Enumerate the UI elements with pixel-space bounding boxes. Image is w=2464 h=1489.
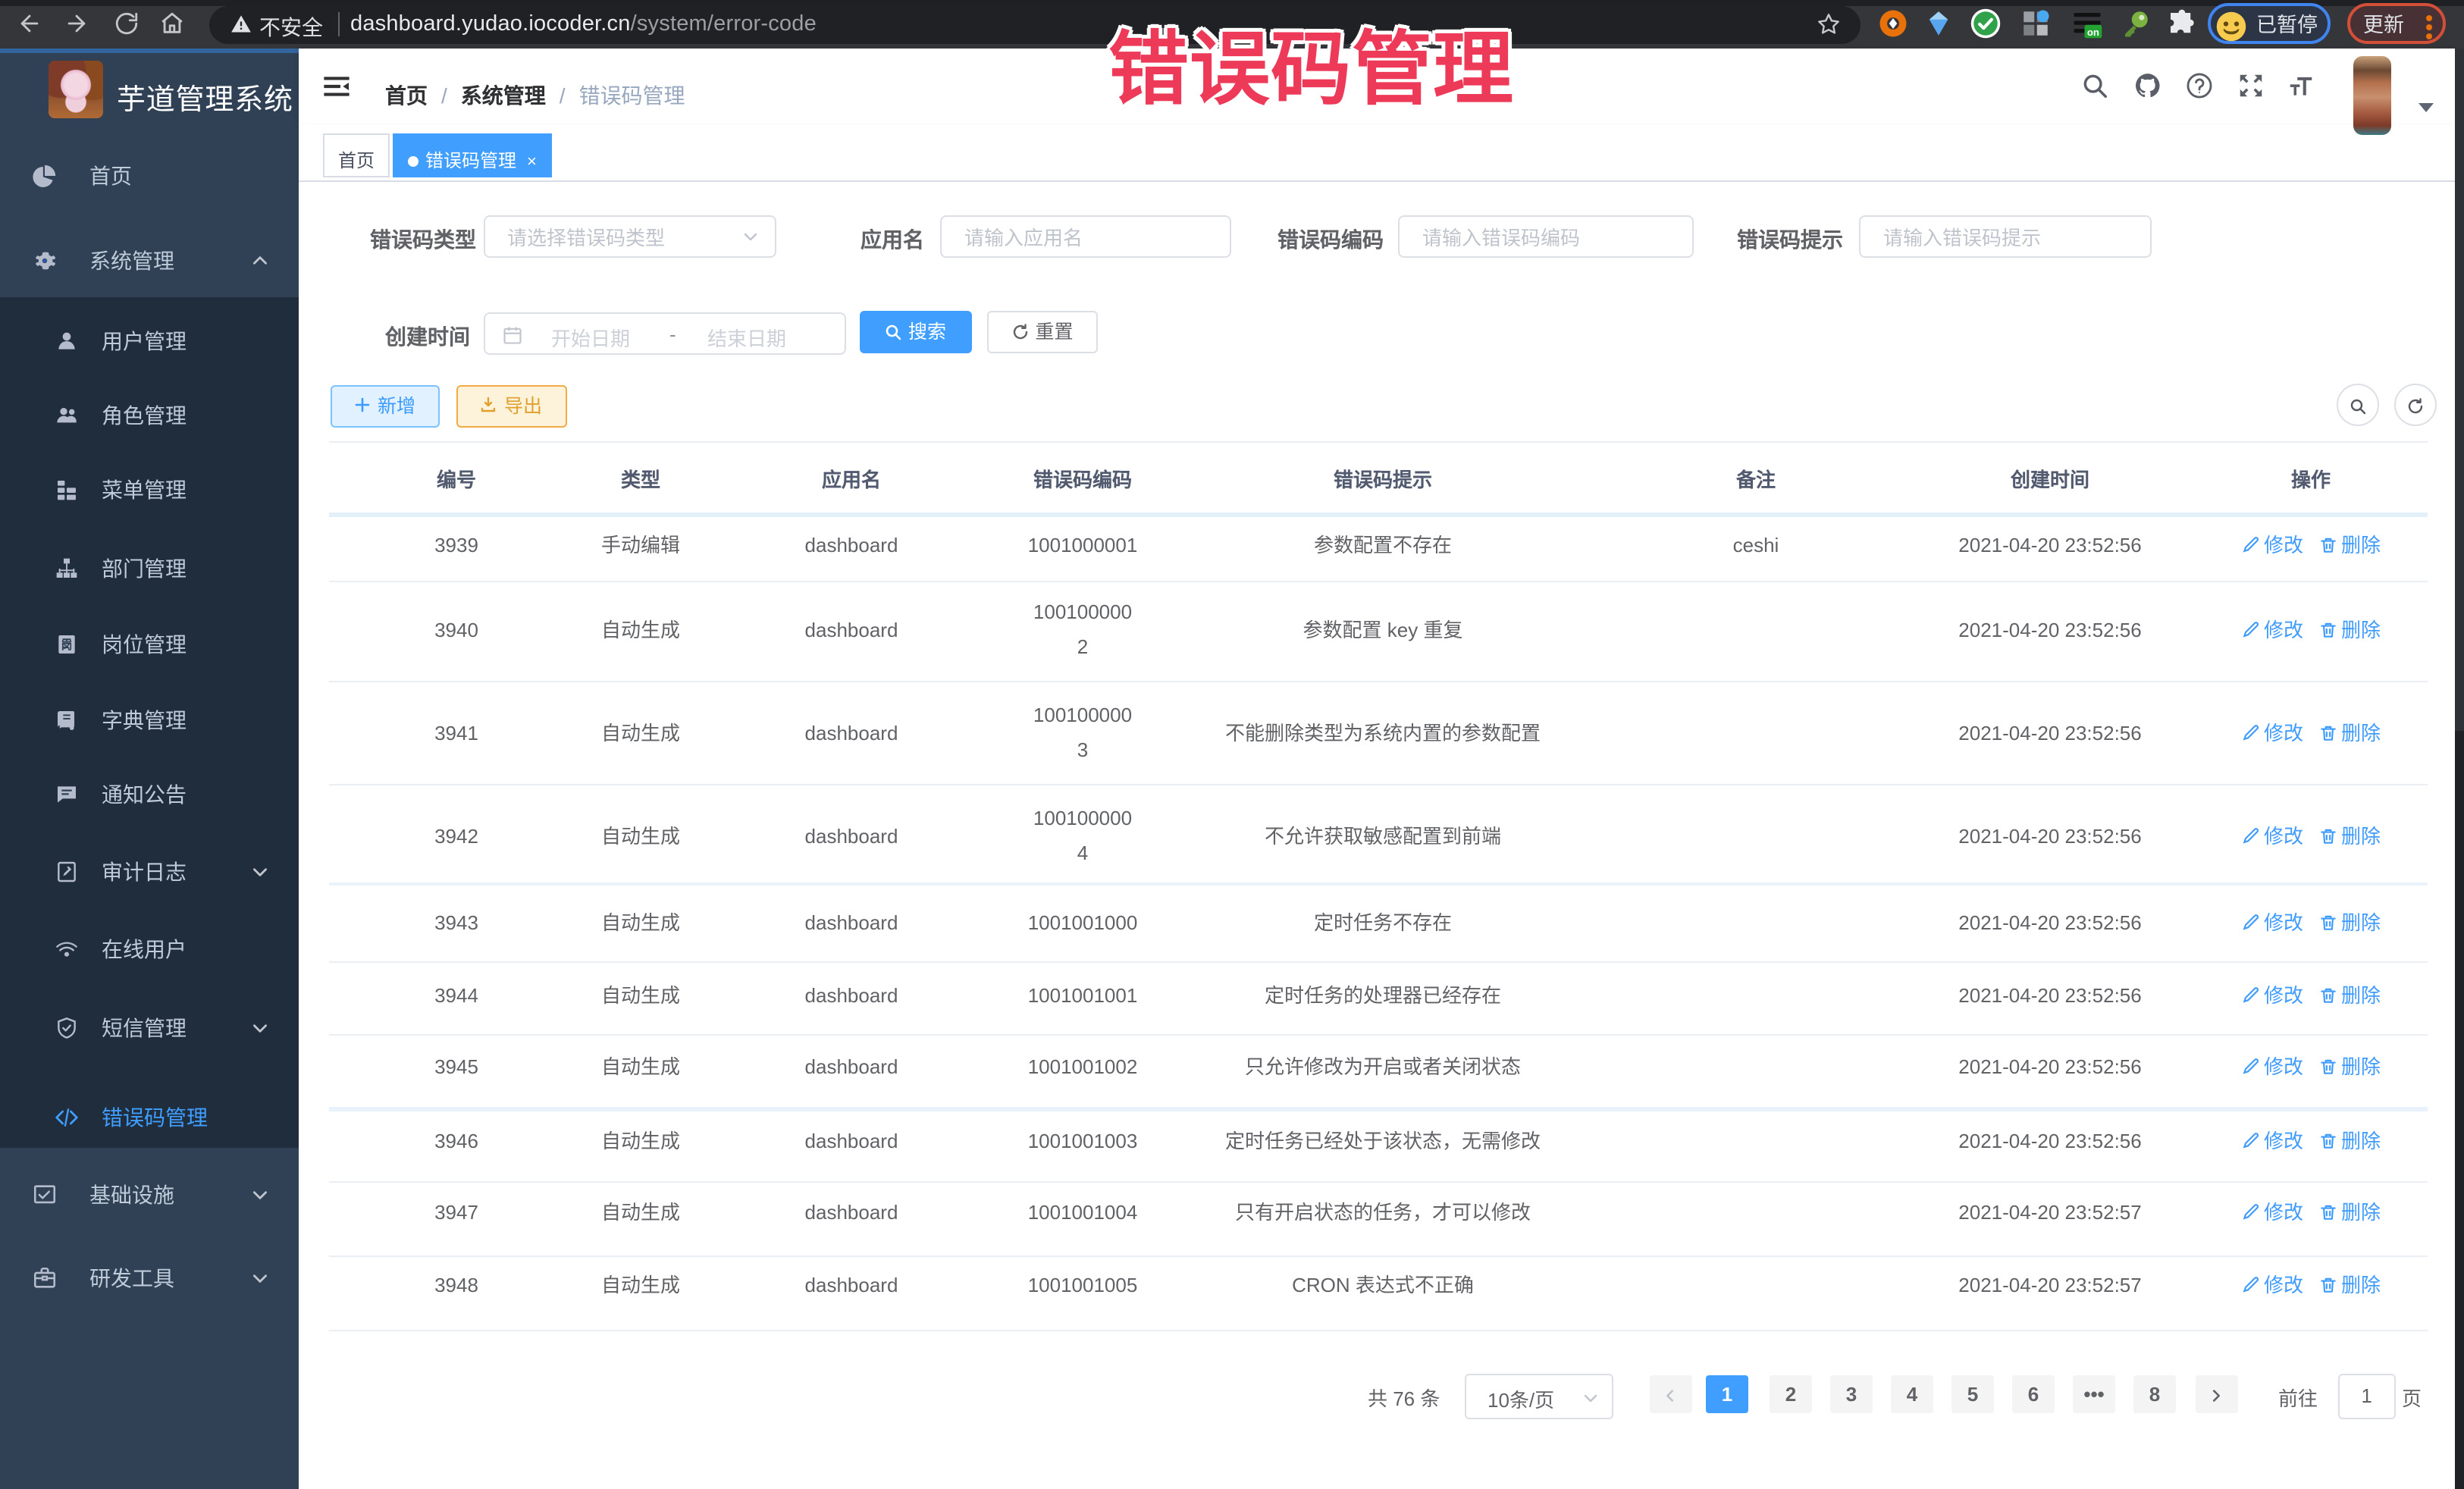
svg-text:on: on	[2087, 27, 2099, 38]
svg-text:岗: 岗	[61, 638, 73, 651]
